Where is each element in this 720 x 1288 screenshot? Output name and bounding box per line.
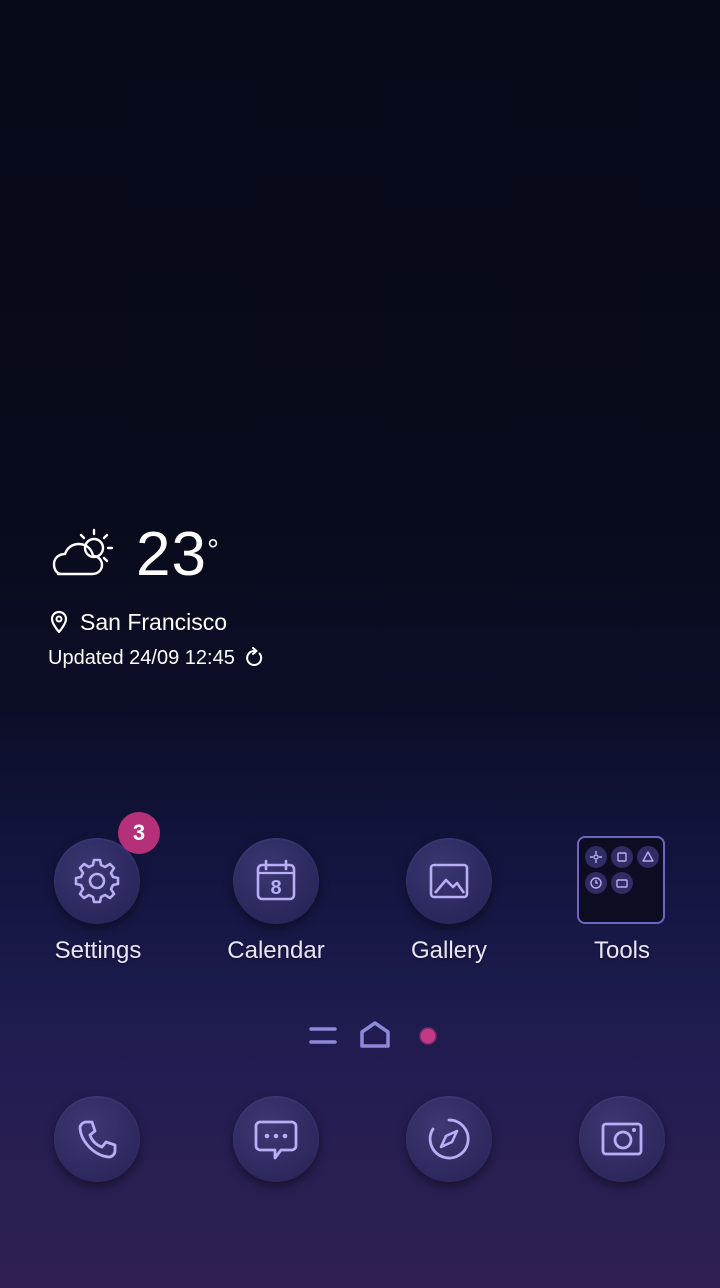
refresh-icon[interactable] [243, 647, 265, 669]
flower-icon [590, 851, 602, 863]
partly-cloudy-icon [52, 528, 114, 576]
weather-widget[interactable]: 23° San Francisco Updated 24/09 12:45 [48, 522, 368, 682]
location-name: San Francisco [80, 609, 228, 635]
mini-app-icon [637, 846, 659, 868]
calendar-date: 8 [270, 877, 281, 899]
app-settings[interactable]: 3 Settings [28, 812, 168, 970]
compass-icon [428, 1118, 470, 1160]
app-gallery[interactable]: Gallery [379, 838, 519, 970]
app-label: Calendar [227, 937, 325, 964]
dock-phone[interactable] [54, 1096, 140, 1182]
dock-browser[interactable] [406, 1096, 492, 1182]
message-icon [254, 1120, 298, 1160]
dock-camera[interactable] [579, 1096, 665, 1182]
phone-icon [78, 1120, 117, 1159]
folder-icon [577, 836, 665, 924]
notification-badge: 3 [118, 812, 160, 854]
mini-app-icon [585, 846, 607, 868]
app-folder-tools[interactable]: Tools [552, 836, 692, 970]
location: San Francisco [48, 608, 227, 636]
mini-app-icon [585, 872, 607, 894]
dock-messages[interactable] [233, 1096, 319, 1182]
app-calendar[interactable]: 8 Calendar [206, 838, 346, 970]
page-indicator-glyphs [309, 1021, 437, 1048]
app-label: Settings [54, 937, 142, 964]
image-icon [429, 863, 469, 899]
clock-icon [590, 877, 602, 889]
app-label: Gallery [410, 937, 488, 964]
temperature: 23° [136, 522, 220, 588]
recorder-icon [616, 879, 628, 888]
page-indicator[interactable] [300, 1018, 450, 1054]
home-page-icon [360, 1021, 390, 1048]
calendar-icon-background: 8 [233, 838, 319, 924]
gear-icon [74, 858, 120, 904]
calendar-icon: 8 [256, 859, 296, 901]
last-updated: Updated 24/09 12:45 [48, 645, 265, 671]
warning-icon [642, 851, 654, 862]
degree-symbol: ° [206, 534, 220, 567]
location-pin-icon [50, 610, 68, 634]
mini-app-icon [611, 872, 633, 894]
gallery-icon-background [406, 838, 492, 924]
mini-app-icon [611, 846, 633, 868]
app-label: Tools [593, 937, 651, 964]
temperature-value: 23 [136, 520, 207, 589]
camera-icon [601, 1122, 643, 1156]
menu-icon [309, 1027, 337, 1044]
box-icon [617, 852, 627, 862]
updated-text: Updated 24/09 12:45 [48, 646, 235, 669]
